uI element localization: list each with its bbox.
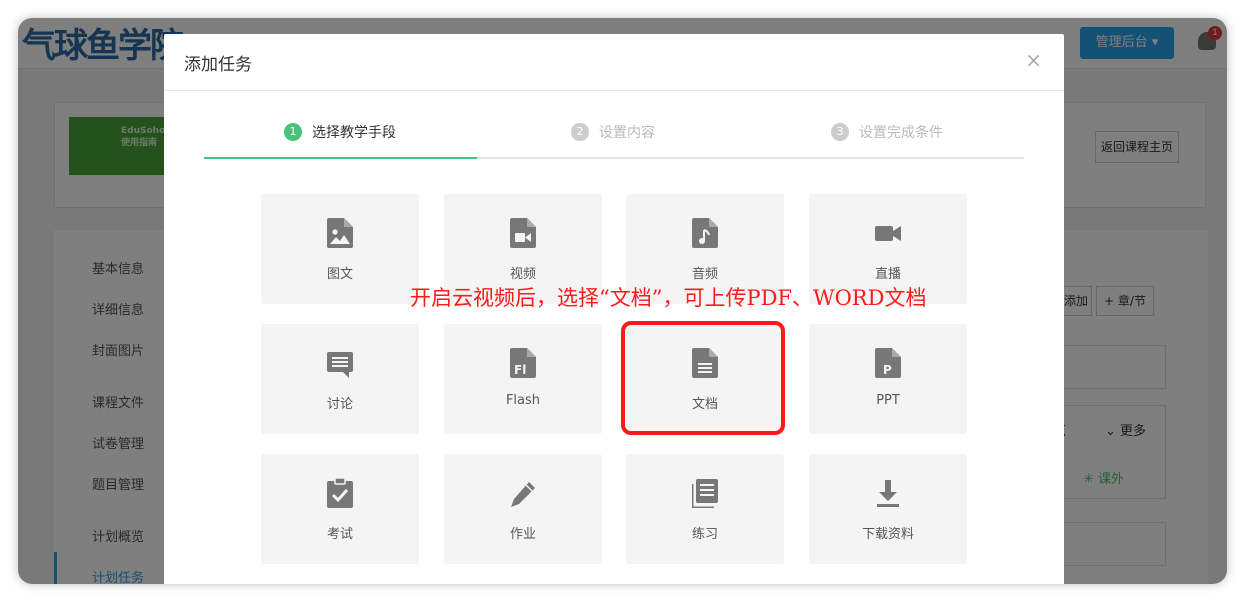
app-frame: 气球鱼学院 管理后台 ▾ 1 EduSoho 使用指南 返回课程主页 基本信息 … [18, 18, 1227, 584]
step-3-label: 设置完成条件 [859, 125, 943, 141]
svg-text:Fl: Fl [514, 363, 526, 377]
step-1-label: 选择教学手段 [312, 125, 396, 141]
task-type-label: 考试 [326, 527, 353, 542]
modal-title: 添加任务 [184, 55, 252, 75]
task-type-label: 音频 [691, 267, 718, 282]
step-1-number: 1 [284, 123, 302, 141]
step-3: 3 设置完成条件 [831, 120, 943, 144]
pencil-icon [511, 482, 535, 507]
task-type-homework[interactable]: 作业 [444, 454, 602, 564]
flash-file-icon: Fl [510, 348, 536, 378]
video-file-icon [510, 218, 536, 248]
modal-header: 添加任务 × [164, 34, 1064, 91]
step-indicator: 1 选择教学手段 2 设置内容 3 设置完成条件 [204, 112, 1024, 162]
video-camera-icon [875, 226, 901, 241]
task-type-graphic[interactable]: 图文 [261, 194, 419, 304]
comment-icon [327, 352, 353, 378]
task-type-label: 下载资料 [861, 527, 914, 542]
svg-text:P: P [883, 363, 892, 377]
step-3-number: 3 [831, 123, 849, 141]
step-2: 2 设置内容 [571, 120, 655, 144]
task-type-discussion[interactable]: 讨论 [261, 324, 419, 434]
task-type-label: 讨论 [326, 397, 353, 412]
task-type-label: 练习 [691, 527, 718, 542]
image-file-icon [327, 218, 353, 248]
task-type-label: 视频 [509, 267, 536, 282]
tutorial-annotation: 开启云视频后，选择“文档”，可上传PDF、WORD文档 [410, 286, 927, 310]
task-type-flash[interactable]: Fl Flash [444, 324, 602, 434]
step-1: 1 选择教学手段 [284, 120, 396, 144]
task-type-label: Flash [505, 393, 541, 408]
task-type-practice[interactable]: 练习 [626, 454, 784, 564]
download-icon [877, 480, 899, 507]
audio-file-icon [692, 218, 718, 248]
step-2-label: 设置内容 [599, 125, 655, 141]
step-2-number: 2 [571, 123, 589, 141]
task-type-label: 作业 [509, 527, 536, 542]
document-highlight-box [621, 321, 785, 435]
step-progress-active [204, 157, 477, 159]
task-type-label: 图文 [326, 267, 353, 282]
task-type-exam[interactable]: 考试 [261, 454, 419, 564]
ppt-file-icon: P [875, 348, 901, 378]
task-type-ppt[interactable]: P PPT [809, 324, 967, 434]
exam-clipboard-icon [327, 478, 353, 508]
task-type-label: 直播 [874, 267, 901, 282]
close-icon[interactable]: × [1025, 48, 1042, 72]
task-type-download[interactable]: 下载资料 [809, 454, 967, 564]
task-type-label: PPT [876, 393, 900, 408]
practice-list-icon [692, 479, 718, 508]
